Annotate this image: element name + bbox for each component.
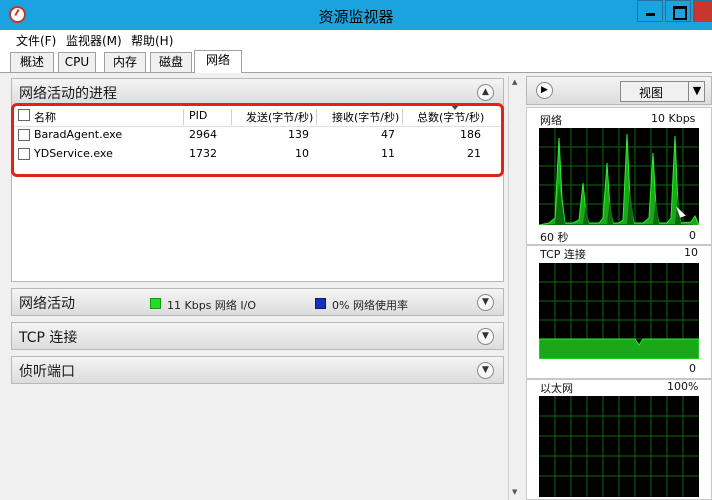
scroll-up-icon[interactable]: ▲	[512, 78, 517, 86]
network-graph-title: 网络	[540, 114, 562, 127]
menu-help[interactable]: 帮助(H)	[131, 32, 173, 49]
network-activity-header[interactable]: 网络活动 11 Kbps 网络 I/O 0% 网络使用率 ▼	[11, 288, 504, 316]
tcp-graph-svg	[538, 263, 700, 360]
window-title: 资源监视器	[318, 8, 394, 26]
processes-section-header[interactable]: 网络活动的进程 ▲	[11, 78, 504, 106]
vertical-scrollbar[interactable]: ▲ ▼	[508, 76, 522, 500]
tab-memory[interactable]: 内存	[104, 52, 146, 72]
chevron-down-icon[interactable]: ▼	[477, 362, 494, 379]
menu-monitor[interactable]: 监视器(M)	[66, 32, 122, 49]
menu-bar: 文件(F) 监视器(M) 帮助(H)	[0, 30, 712, 50]
io-legend-swatch	[150, 298, 161, 309]
tcp-connections-title: TCP 连接	[19, 330, 78, 346]
tab-disk[interactable]: 磁盘	[150, 52, 192, 72]
chevron-down-icon[interactable]: ▼	[477, 294, 494, 311]
view-label: 视图	[639, 86, 664, 100]
tcp-connections-header[interactable]: TCP 连接 ▼	[11, 322, 504, 350]
tab-divider	[0, 72, 712, 73]
chevron-up-icon[interactable]: ▲	[477, 84, 494, 101]
highlight-box	[11, 103, 504, 177]
network-graph-svg	[538, 128, 700, 226]
tab-cpu[interactable]: CPU	[58, 52, 96, 72]
tcp-graph-max: 10	[684, 246, 698, 259]
tcp-graph-min: 0	[689, 362, 696, 375]
tcp-graph-title: TCP 连接	[540, 248, 586, 261]
network-activity-title: 网络活动	[19, 296, 75, 312]
ethernet-graph	[539, 396, 699, 497]
graph-panel-header: ▶ 视图 ▼	[526, 76, 712, 105]
processes-section-title: 网络活动的进程	[19, 86, 117, 102]
dropdown-arrow-icon[interactable]: ▼	[688, 82, 705, 101]
scroll-down-icon[interactable]: ▼	[512, 488, 517, 496]
listening-ports-header[interactable]: 侦听端口 ▼	[11, 356, 504, 384]
network-graph-time: 60 秒	[540, 231, 569, 244]
tab-overview[interactable]: 概述	[10, 52, 54, 72]
chevron-down-icon[interactable]: ▼	[477, 328, 494, 345]
ethernet-graph-max: 100%	[667, 380, 699, 393]
network-graph-max: 10 Kbps	[651, 112, 696, 125]
minimize-button[interactable]	[637, 0, 663, 22]
network-io-text: 11 Kbps 网络 I/O	[167, 299, 257, 312]
tab-network[interactable]: 网络	[194, 50, 242, 73]
title-bar: 资源监视器	[0, 0, 712, 30]
ethernet-graph-svg	[539, 396, 699, 497]
maximize-button[interactable]	[665, 0, 691, 22]
listening-ports-title: 侦听端口	[19, 364, 75, 380]
network-graph	[538, 128, 700, 226]
network-usage-text: 0% 网络使用率	[332, 299, 408, 312]
chevron-right-icon[interactable]: ▶	[536, 82, 553, 99]
ethernet-graph-title: 以太网	[540, 382, 573, 395]
tcp-graph	[538, 263, 700, 360]
view-dropdown[interactable]: 视图 ▼	[620, 81, 705, 102]
close-button[interactable]	[693, 0, 712, 22]
network-graph-min: 0	[689, 229, 696, 242]
menu-file[interactable]: 文件(F)	[16, 32, 56, 49]
usage-legend-swatch	[315, 298, 326, 309]
